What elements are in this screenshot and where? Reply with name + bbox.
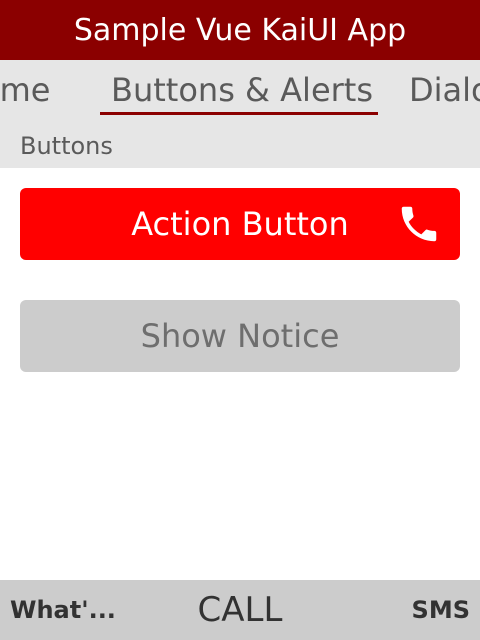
section-title: Buttons: [20, 132, 113, 160]
action-button-label: Action Button: [131, 205, 349, 243]
app-header: Sample Vue KaiUI App: [0, 0, 480, 60]
content-area: Action Button Show Notice: [0, 168, 480, 580]
tab-dialogs[interactable]: Dialo: [409, 70, 480, 110]
tab-buttons-alerts[interactable]: Buttons & Alerts: [111, 70, 373, 110]
phone-icon: [401, 206, 437, 242]
tab-bar: ome Buttons & Alerts Dialo: [0, 60, 480, 124]
softkey-center[interactable]: CALL: [0, 580, 480, 640]
softkey-right[interactable]: SMS: [412, 580, 470, 640]
active-tab-indicator: [100, 112, 378, 115]
action-button[interactable]: Action Button: [20, 188, 460, 260]
section-header: Buttons: [0, 124, 480, 168]
app-screen: Sample Vue KaiUI App ome Buttons & Alert…: [0, 0, 480, 640]
tab-home[interactable]: ome: [0, 70, 50, 110]
app-title: Sample Vue KaiUI App: [73, 12, 407, 48]
show-notice-button[interactable]: Show Notice: [20, 300, 460, 372]
softkey-bar: What'... CALL SMS: [0, 580, 480, 640]
show-notice-label: Show Notice: [140, 317, 340, 355]
